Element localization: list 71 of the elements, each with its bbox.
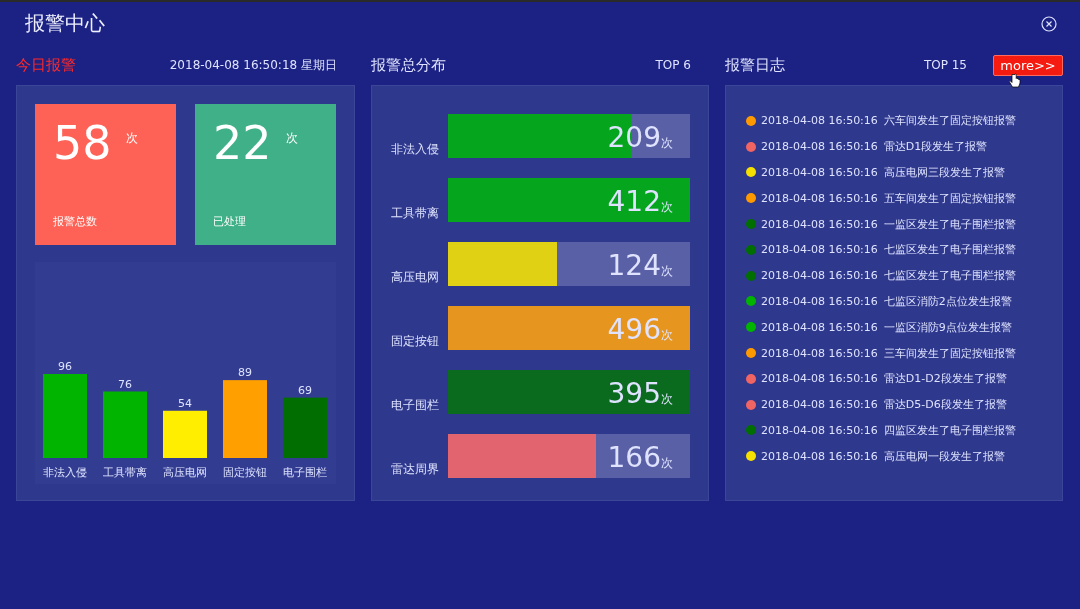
- count-value: 412: [607, 185, 661, 218]
- log-message: 一监区消防9点位发生报警: [883, 319, 1012, 335]
- log-message: 雷达D1-D2段发生了报警: [883, 371, 1007, 387]
- log-time: 2018-04-08 16:50:16: [761, 114, 878, 128]
- hand-cursor-icon: [1009, 73, 1021, 89]
- category-label: 高压电网: [391, 269, 440, 286]
- log-time: 2018-04-08 16:50:16: [761, 372, 878, 386]
- category-label: 固定按钮: [223, 466, 267, 479]
- bar-value-label: 54: [178, 396, 192, 410]
- category-label: 工具带离: [103, 466, 147, 479]
- category-label: 电子围栏: [391, 397, 440, 414]
- log-time: 2018-04-08 16:50:16: [761, 346, 878, 360]
- stat-value: 58: [53, 116, 112, 172]
- log-message: 三车间发生了固定按钮报警: [883, 345, 1016, 361]
- count-unit: 次: [661, 136, 673, 152]
- log-time: 2018-04-08 16:50:16: [761, 191, 878, 205]
- log-time: 2018-04-08 16:50:16: [761, 140, 878, 154]
- log-message: 高压电网三段发生了报警: [883, 165, 1005, 180]
- log-message: 七监区发生了电子围栏报警: [883, 268, 1016, 284]
- log-time: 2018-04-08 16:50:16: [761, 269, 878, 283]
- log-time: 2018-04-08 16:50:16: [761, 423, 878, 437]
- log-time: 2018-04-08 16:50:16: [761, 449, 878, 463]
- count-unit: 次: [661, 456, 673, 472]
- log-message: 七监区消防2点位发生报警: [883, 293, 1012, 309]
- bar-value-label: 96: [58, 360, 72, 373]
- count-value: 166: [607, 441, 661, 474]
- stat-unit: 次: [125, 130, 138, 147]
- stat-label: 报警总数: [53, 214, 98, 229]
- log-message: 一监区发生了电子围栏报警: [883, 216, 1016, 232]
- stat-value: 22: [213, 116, 272, 172]
- log-time: 2018-04-08 16:50:16: [761, 243, 878, 257]
- stat-label: 已处理: [213, 214, 247, 229]
- category-label: 固定按钮: [391, 333, 440, 350]
- bar-value-label: 76: [118, 377, 132, 391]
- count-unit: 次: [661, 392, 673, 408]
- count-unit: 次: [661, 200, 673, 216]
- stat-unit: 次: [285, 130, 298, 147]
- bar-value-label: 69: [298, 383, 312, 397]
- top-label: TOP 15: [923, 58, 967, 72]
- section-title: 报警总分布: [371, 55, 446, 75]
- bar-value-label: 89: [238, 366, 252, 380]
- log-time: 2018-04-08 16:50:16: [761, 294, 878, 308]
- log-message: 五车间发生了固定按钮报警: [883, 190, 1016, 206]
- category-label: 非法入侵: [43, 466, 87, 479]
- window-title: 报警中心: [25, 10, 105, 37]
- log-message: 雷达D1段发生了报警: [883, 139, 988, 155]
- log-message: 四监区发生了电子围栏报警: [883, 422, 1016, 438]
- count-unit: 次: [661, 328, 673, 344]
- log-message: 六车间发生了固定按钮报警: [883, 113, 1016, 129]
- close-icon[interactable]: [1041, 15, 1057, 32]
- section-title: 报警日志: [725, 55, 785, 75]
- more-button[interactable]: more>>: [993, 54, 1063, 76]
- category-label: 非法入侵: [391, 141, 440, 158]
- log-time: 2018-04-08 16:50:16: [761, 166, 878, 179]
- count-value: 124: [607, 249, 661, 282]
- count-value: 496: [607, 313, 661, 346]
- log-time: 2018-04-08 16:50:16: [761, 398, 878, 412]
- date-time: 2018-04-08 16:50:18 星期日: [169, 56, 337, 74]
- log-message: 雷达D5-D6段发生了报警: [883, 397, 1007, 413]
- category-label: 工具带离: [391, 205, 440, 222]
- category-label: 高压电网: [163, 466, 207, 479]
- log-message: 七监区发生了电子围栏报警: [883, 242, 1016, 258]
- section-title: 今日报警: [16, 55, 76, 75]
- top-label: TOP 6: [655, 58, 691, 72]
- log-time: 2018-04-08 16:50:16: [761, 217, 878, 231]
- log-message: 高压电网一段发生了报警: [883, 448, 1005, 464]
- log-time: 2018-04-08 16:50:16: [761, 320, 878, 334]
- count-value: 395: [607, 377, 661, 410]
- category-label: 电子围栏: [283, 466, 327, 479]
- count-unit: 次: [661, 264, 673, 280]
- category-label: 雷达周界: [391, 461, 440, 478]
